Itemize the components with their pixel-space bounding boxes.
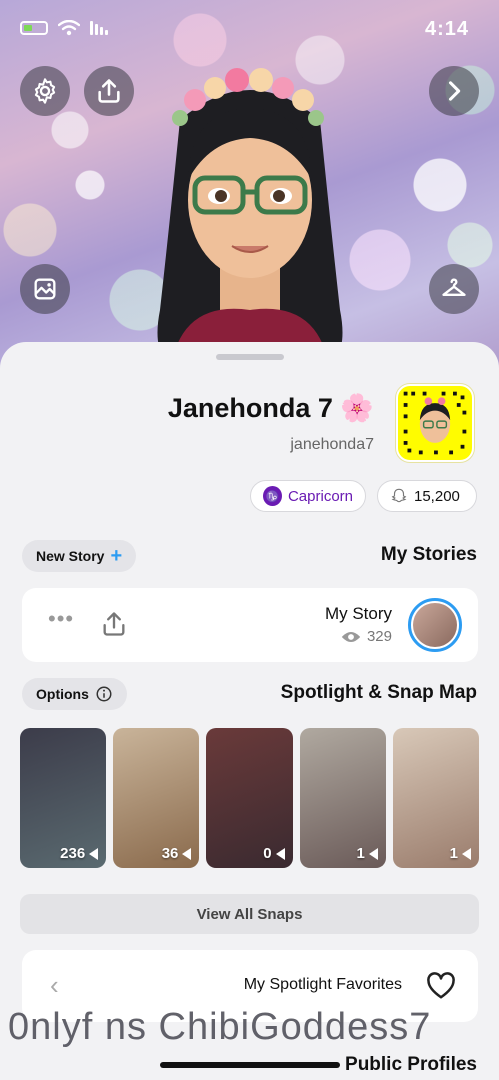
my-stories-title: My Stories: [380, 544, 477, 565]
wifi-icon: [58, 20, 80, 36]
spotlight-thumbnail[interactable]: 0: [206, 728, 293, 868]
more-options-icon[interactable]: •••: [48, 606, 74, 632]
hanger-icon: [442, 278, 466, 296]
spotlight-options-button[interactable]: Options: [22, 678, 127, 710]
home-indicator[interactable]: [160, 1062, 340, 1068]
zodiac-chip[interactable]: ♑ Capricorn: [250, 480, 366, 512]
upload-icon: [98, 79, 120, 103]
status-icons: [20, 20, 108, 36]
thumbnail-view-count: 236: [60, 845, 98, 862]
battery-icon: [20, 21, 48, 35]
plus-icon: +: [110, 545, 123, 567]
spotlight-thumbnails: 236 36 0 1 1: [20, 728, 480, 878]
spotlight-thumbnail[interactable]: 236: [20, 728, 107, 868]
snapcode[interactable]: [396, 384, 474, 462]
info-icon: [96, 686, 112, 702]
profile-sheet: Janehonda 7 🌸 janehonda7 15,200 ♑ Capric…: [0, 342, 499, 1080]
snap-score-chip[interactable]: 15,200: [377, 480, 477, 512]
image-icon: [34, 278, 56, 300]
zodiac-label: Capricorn: [287, 487, 353, 505]
next-button[interactable]: [429, 66, 479, 116]
spotlight-thumbnail[interactable]: 1: [392, 728, 480, 868]
capricorn-icon: ♑: [263, 486, 282, 506]
story-views: 329: [341, 628, 392, 645]
display-name: Janehonda 7 🌸: [167, 393, 374, 423]
share-button[interactable]: [84, 66, 134, 116]
thumbnail-view-count: 36: [162, 845, 192, 862]
public-profiles-title: Public Profiles: [345, 1054, 477, 1075]
profile-header-background: 4:14: [0, 0, 499, 372]
settings-button[interactable]: [20, 66, 70, 116]
eye-icon: [341, 631, 361, 642]
spotlight-favorites-label: My Spotlight Favorites: [243, 976, 402, 993]
watermark-text: 0nlyf ns ChibiGoddess7: [8, 1006, 432, 1048]
sheet-grabber[interactable]: [216, 354, 284, 360]
new-story-button[interactable]: New Story +: [22, 540, 137, 572]
thumbnail-view-count: 0: [263, 845, 284, 862]
options-label: Options: [36, 686, 89, 702]
story-view-count: 329: [366, 628, 392, 645]
change-outfit-button[interactable]: [429, 264, 479, 314]
chevron-left-icon: ‹: [50, 970, 59, 1000]
bitmoji-avatar[interactable]: [140, 60, 360, 372]
thumbnail-view-count: 1: [450, 845, 471, 862]
ghost-icon: [391, 488, 407, 503]
chevron-right-icon: [448, 81, 461, 101]
spotlight-title: Spotlight & Snap Map: [280, 682, 477, 703]
heart-icon: [427, 972, 455, 999]
spotlight-thumbnail[interactable]: 36: [113, 728, 200, 868]
story-thumbnail[interactable]: [408, 598, 462, 652]
story-title: My Story: [324, 604, 392, 623]
change-background-button[interactable]: [20, 264, 70, 314]
status-bar: 4:14: [0, 0, 499, 60]
signal-icon: [90, 21, 108, 35]
username: janehonda7: [290, 436, 374, 453]
view-all-snaps-button[interactable]: View All Snaps: [20, 894, 479, 934]
snap-score-value: 15,200: [414, 487, 460, 505]
story-share-icon[interactable]: [100, 610, 128, 638]
new-story-label: New Story: [36, 548, 105, 564]
spotlight-thumbnail[interactable]: 1: [299, 728, 386, 868]
status-time: 4:14: [424, 18, 469, 40]
my-story-card[interactable]: My Story 329 •••: [22, 588, 478, 662]
gear-icon: [34, 78, 56, 104]
thumbnail-view-count: 1: [356, 845, 377, 862]
